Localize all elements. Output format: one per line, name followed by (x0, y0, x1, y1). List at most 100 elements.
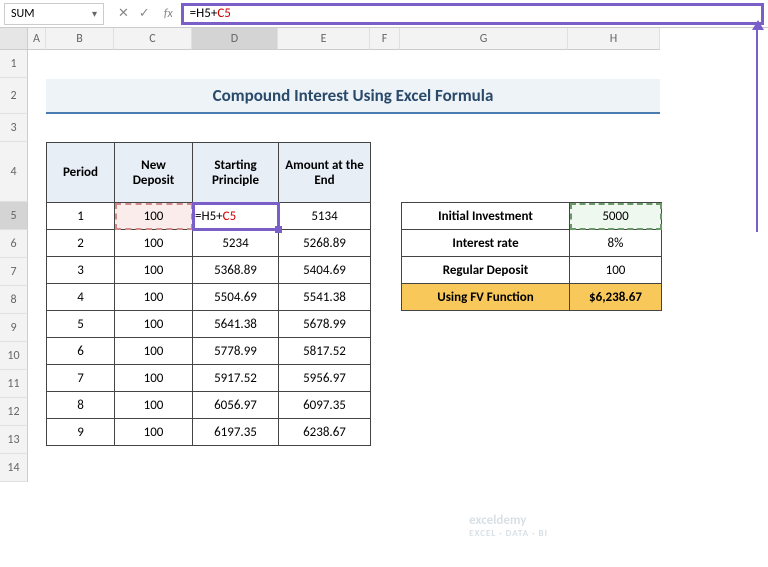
col-header[interactable]: G (400, 28, 568, 50)
table-row: 41005504.695541.38 (47, 284, 371, 311)
param-label[interactable]: Initial Investment (402, 203, 570, 230)
fill-handle[interactable] (275, 226, 282, 233)
cell[interactable]: 100 (115, 392, 193, 419)
row-3[interactable] (46, 114, 768, 142)
table-row: 1 100 =H5+C5 5134 (47, 203, 371, 230)
cell[interactable]: 100 (115, 230, 193, 257)
header-period[interactable]: Period (47, 143, 115, 203)
select-all-corner[interactable] (0, 28, 28, 50)
cell[interactable]: 6197.35 (193, 419, 279, 446)
confirm-icon[interactable]: ✓ (139, 6, 150, 21)
col-header[interactable]: A (28, 28, 46, 50)
row-header[interactable]: 7 (0, 258, 28, 286)
cell[interactable]: 100 (115, 338, 193, 365)
row-header[interactable]: 13 (0, 426, 28, 454)
cell[interactable]: 4 (47, 284, 115, 311)
formula-input[interactable]: =H5+C5 (181, 3, 764, 25)
row-header[interactable]: 8 (0, 286, 28, 314)
param-label[interactable]: Interest rate (402, 230, 570, 257)
cell[interactable]: 5817.52 (279, 338, 371, 365)
cell[interactable]: 8 (47, 392, 115, 419)
formula-text-ref: C5 (217, 6, 231, 21)
cell[interactable]: 9 (47, 419, 115, 446)
col-header[interactable]: D (192, 28, 278, 50)
watermark-text: exceldemy (469, 513, 526, 528)
row-header[interactable]: 2 (0, 78, 28, 114)
table-row: Interest rate8% (402, 230, 662, 257)
cell[interactable]: 5268.89 (279, 230, 371, 257)
page-title[interactable]: Compound Interest Using Excel Formula (46, 79, 660, 114)
row-header[interactable]: 4 (0, 142, 28, 202)
row-header[interactable]: 1 (0, 50, 28, 78)
cell[interactable]: 5541.38 (279, 284, 371, 311)
cell[interactable]: 5368.89 (193, 257, 279, 284)
cell[interactable]: 6238.67 (279, 419, 371, 446)
column-headers: A B C D E F G H (28, 28, 768, 50)
param-label[interactable]: Using FV Function (402, 284, 570, 311)
table-row: Initial Investment5000 (402, 203, 662, 230)
cell[interactable]: 100 (115, 311, 193, 338)
cell[interactable]: 3 (47, 257, 115, 284)
cell[interactable]: 5234 (193, 230, 279, 257)
row-2[interactable]: Compound Interest Using Excel Formula (46, 78, 768, 114)
table-row: 81006056.976097.35 (47, 392, 371, 419)
cell[interactable]: 5 (47, 311, 115, 338)
cell[interactable]: 100 (115, 365, 193, 392)
col-header[interactable]: H (568, 28, 660, 50)
row-header[interactable]: 9 (0, 314, 28, 342)
header-deposit[interactable]: New Deposit (115, 143, 193, 203)
cell[interactable]: 5956.97 (279, 365, 371, 392)
cell[interactable]: 100 (570, 257, 662, 284)
header-start[interactable]: Starting Principle (193, 143, 279, 203)
row-header[interactable]: 14 (0, 454, 28, 482)
table-row: 71005917.525956.97 (47, 365, 371, 392)
col-header[interactable]: F (370, 28, 400, 50)
table-row: 31005368.895404.69 (47, 257, 371, 284)
cell[interactable]: 1 (47, 203, 115, 230)
header-end[interactable]: Amount at the End (279, 143, 371, 203)
cell[interactable]: 100 (115, 257, 193, 284)
cell-formula-ref: C5 (223, 209, 237, 224)
col-header[interactable]: E (278, 28, 370, 50)
cell-formula-prefix: =H5+ (195, 209, 223, 224)
fx-icon[interactable]: fx (164, 7, 181, 21)
cell[interactable]: 5641.38 (193, 311, 279, 338)
cell[interactable]: 7 (47, 365, 115, 392)
cell[interactable]: 6 (47, 338, 115, 365)
cell[interactable]: 8% (570, 230, 662, 257)
table-row: 61005778.995817.52 (47, 338, 371, 365)
cell[interactable]: 5504.69 (193, 284, 279, 311)
param-label[interactable]: Regular Deposit (402, 257, 570, 284)
cell-c5[interactable]: 100 (115, 203, 193, 230)
row-header[interactable]: 12 (0, 398, 28, 426)
formula-bar-buttons: ✕ ✓ (104, 6, 164, 21)
cell[interactable]: 5678.99 (279, 311, 371, 338)
row-header[interactable]: 6 (0, 230, 28, 258)
row-header[interactable]: 5 (0, 202, 28, 230)
name-box[interactable]: SUM ▾ (4, 3, 104, 25)
col-header[interactable]: B (46, 28, 114, 50)
cell[interactable]: 6056.97 (193, 392, 279, 419)
cell[interactable]: 2 (47, 230, 115, 257)
row-1[interactable] (46, 50, 768, 78)
cell-d5-editing[interactable]: =H5+C5 (193, 203, 279, 230)
cancel-icon[interactable]: ✕ (118, 6, 129, 21)
cell[interactable]: 6097.35 (279, 392, 371, 419)
cell[interactable]: 5134 (279, 203, 371, 230)
col-header[interactable]: C (114, 28, 192, 50)
row-header[interactable]: 11 (0, 370, 28, 398)
table-row: Regular Deposit100 (402, 257, 662, 284)
cell[interactable]: $6,238.67 (570, 284, 662, 311)
cell[interactable]: 5778.99 (193, 338, 279, 365)
formula-bar: SUM ▾ ✕ ✓ fx =H5+C5 (0, 0, 768, 28)
name-box-dropdown-icon[interactable]: ▾ (92, 7, 97, 20)
cell[interactable]: 100 (115, 284, 193, 311)
content-area: Compound Interest Using Excel Formula Pe… (28, 50, 768, 446)
row-header[interactable]: 10 (0, 342, 28, 370)
name-box-value: SUM (11, 7, 34, 21)
cell[interactable]: 5404.69 (279, 257, 371, 284)
cell[interactable]: 100 (115, 419, 193, 446)
cell-h5[interactable]: 5000 (570, 203, 662, 230)
cell[interactable]: 5917.52 (193, 365, 279, 392)
row-header[interactable]: 3 (0, 114, 28, 142)
